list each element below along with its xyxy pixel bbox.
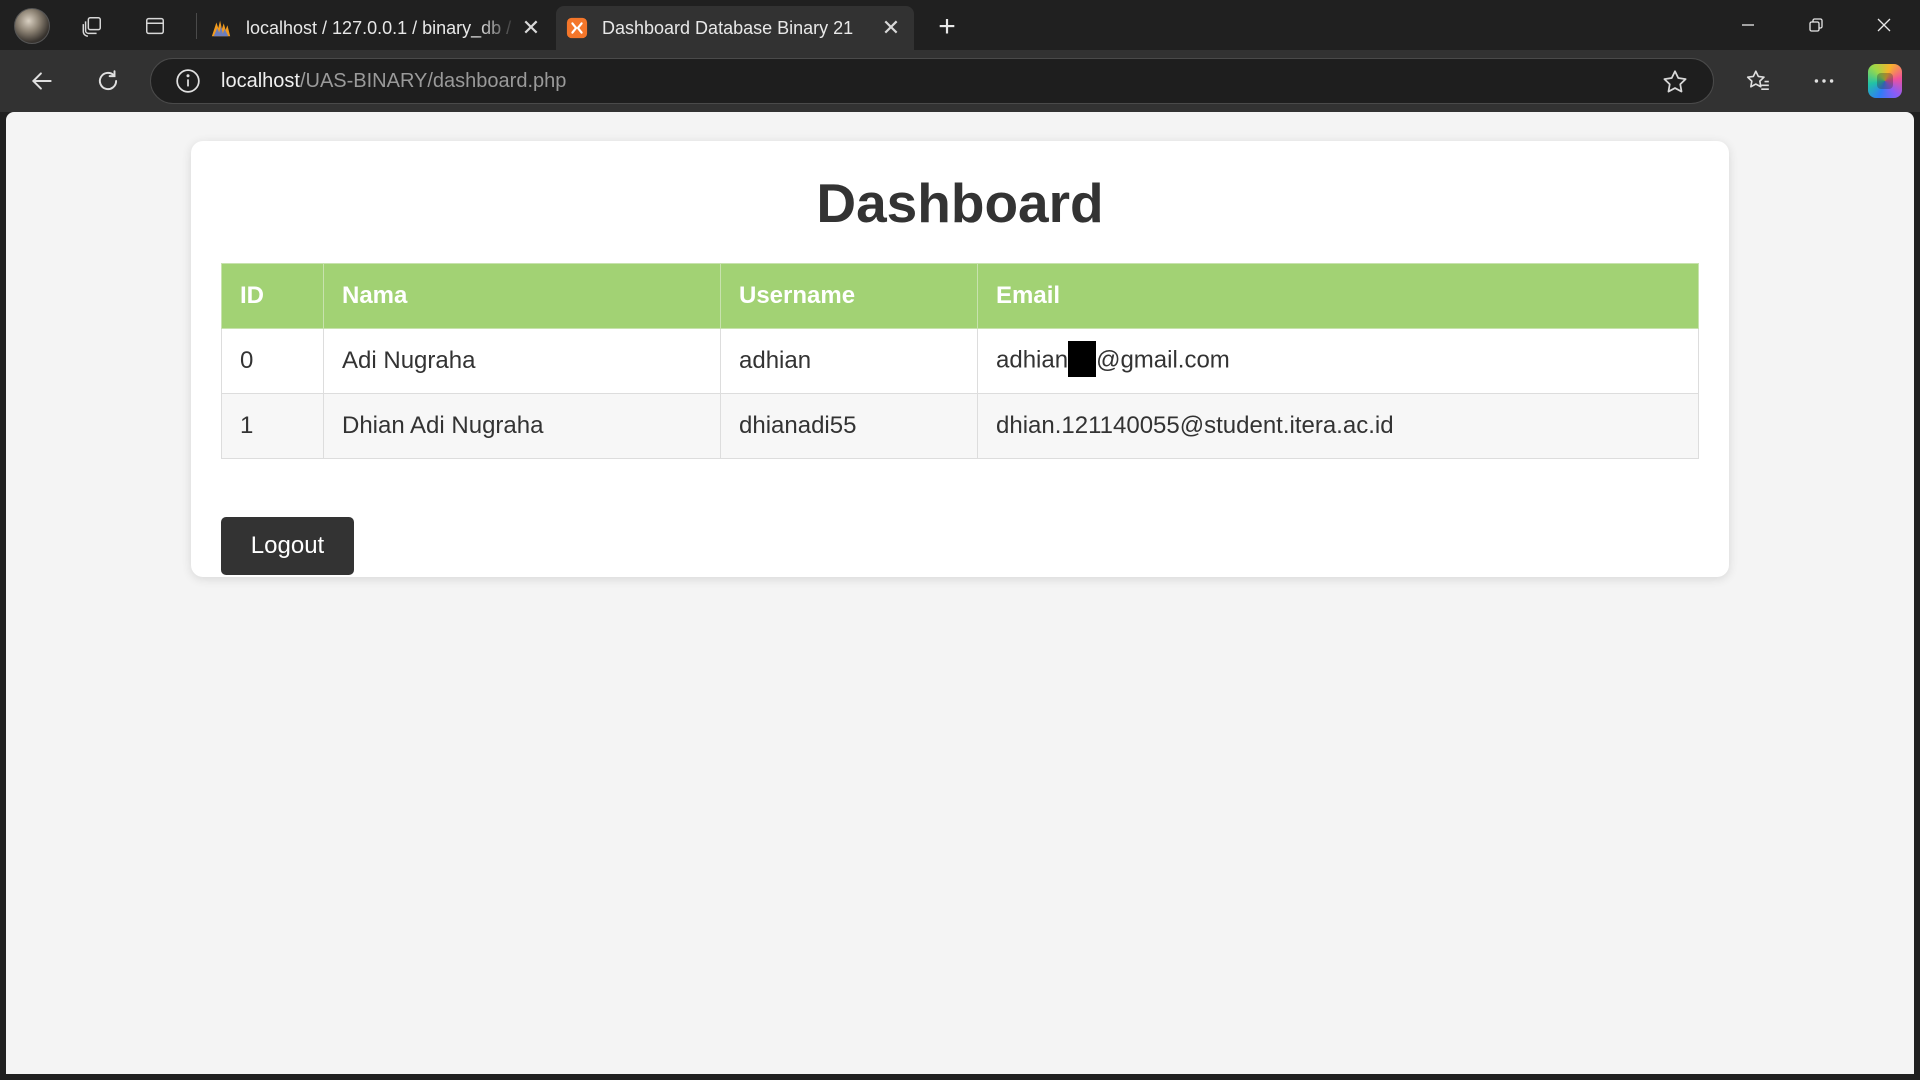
browser-toolbar: localhost/UAS-BINARY/dashboard.php <box>0 50 1920 112</box>
cell-email: dhian.121140055@student.itera.ac.id <box>977 393 1699 459</box>
close-window-icon[interactable] <box>1850 0 1918 50</box>
refresh-icon[interactable] <box>90 63 126 99</box>
tab-title: Dashboard Database Binary 21 <box>602 17 854 38</box>
profile-avatar[interactable] <box>14 8 50 44</box>
workspaces-icon[interactable] <box>76 10 108 42</box>
page-title: Dashboard <box>816 172 1104 234</box>
tab-title: localhost / 127.0.0.1 / binary_db / <box>246 17 512 38</box>
tab-separator <box>196 13 197 39</box>
close-tab-icon[interactable]: ✕ <box>878 15 904 41</box>
copilot-icon[interactable] <box>1868 64 1902 98</box>
cell-id: 1 <box>221 393 324 459</box>
vertical-tabs-icon[interactable] <box>139 10 171 42</box>
restore-icon[interactable] <box>1782 0 1850 50</box>
cell-nama: Dhian Adi Nugraha <box>323 393 721 459</box>
tab-dashboard[interactable]: Dashboard Database Binary 21 ✕ <box>556 6 914 50</box>
close-tab-icon[interactable]: ✕ <box>518 15 544 41</box>
url-text: localhost/UAS-BINARY/dashboard.php <box>221 70 566 93</box>
column-header-email: Email <box>977 263 1699 329</box>
window-bottom-edge <box>0 1074 1920 1080</box>
table-row: 0 Adi Nugraha adhian adhian @gmail.com <box>221 328 1699 394</box>
cell-nama: Adi Nugraha <box>323 328 721 394</box>
cell-username: adhian <box>720 328 978 394</box>
logout-button[interactable]: Logout <box>221 517 354 575</box>
users-table: ID Nama Username Email 0 Adi Nugraha adh… <box>221 263 1699 459</box>
tab-strip: localhost / 127.0.0.1 / binary_db / ✕ Da… <box>0 0 1920 50</box>
tab-phpmyadmin[interactable]: localhost / 127.0.0.1 / binary_db / ✕ <box>200 6 554 50</box>
favorites-icon[interactable] <box>1740 63 1776 99</box>
minimize-icon[interactable] <box>1714 0 1782 50</box>
phpmyadmin-favicon-icon <box>210 17 232 39</box>
info-icon[interactable] <box>175 68 201 94</box>
page-viewport: Dashboard ID Nama Username Email 0 Adi N… <box>6 112 1914 1074</box>
cell-username: dhianadi55 <box>720 393 978 459</box>
table-header-row: ID Nama Username Email <box>221 263 1699 329</box>
cell-email: adhian @gmail.com <box>977 328 1699 394</box>
table-row: 1 Dhian Adi Nugraha dhianadi55 dhian.121… <box>221 393 1699 459</box>
back-arrow-icon[interactable] <box>24 63 60 99</box>
cell-id: 0 <box>221 328 324 394</box>
star-icon[interactable] <box>1661 68 1689 96</box>
email-suffix: @gmail.com <box>1096 346 1230 374</box>
xampp-favicon-icon <box>566 17 588 39</box>
redaction-box <box>1068 341 1097 377</box>
column-header-id: ID <box>221 263 324 329</box>
email-prefix: adhian <box>996 346 1069 374</box>
column-header-username: Username <box>720 263 978 329</box>
column-header-nama: Nama <box>323 263 721 329</box>
dashboard-card: Dashboard ID Nama Username Email 0 Adi N… <box>191 141 1729 577</box>
url-path: /UAS-BINARY/dashboard.php <box>299 69 567 92</box>
more-icon[interactable] <box>1806 63 1842 99</box>
new-tab-icon[interactable]: + <box>930 10 964 44</box>
url-host: localhost <box>221 69 300 92</box>
address-bar[interactable]: localhost/UAS-BINARY/dashboard.php <box>150 58 1714 104</box>
